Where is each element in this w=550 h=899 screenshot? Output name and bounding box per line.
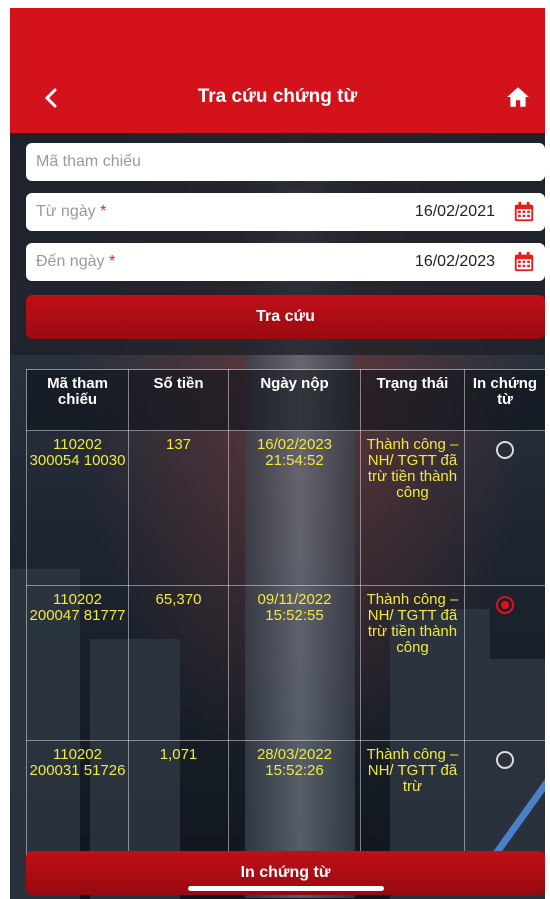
reference-cell: 110202 300054 10030 (26, 430, 129, 586)
search-form: Mã tham chiếu Từ ngày * 16/02/2021 Đến n… (10, 133, 545, 355)
to-date-value: 16/02/2023 (414, 253, 495, 270)
calendar-icon[interactable] (513, 251, 535, 273)
amount-cell: 65,370 (128, 585, 229, 741)
calendar-icon[interactable] (513, 201, 535, 223)
reference-code-placeholder: Mã tham chiếu (36, 153, 141, 170)
app-header: Tra cứu chứng từ (10, 8, 545, 133)
date-cell: 09/11/2022 15:52:55 (228, 585, 361, 741)
print-radio-button-selected[interactable] (496, 596, 514, 614)
to-date-label: Đến ngày * (36, 253, 116, 270)
home-indicator (188, 886, 384, 891)
table-row[interactable]: 110202 300054 10030 137 16/02/2023 21:54… (26, 430, 545, 586)
home-icon[interactable] (505, 84, 531, 110)
date-cell: 16/02/2023 21:54:52 (228, 430, 361, 586)
amount-cell: 137 (128, 430, 229, 586)
app-screen: Tra cứu chứng từ Mã tham chiếu Từ ngày *… (10, 8, 545, 899)
table-row[interactable]: 110202 200047 81777 65,370 09/11/2022 15… (26, 585, 545, 741)
print-select-cell (464, 585, 545, 741)
column-header-status: Trạng thái (360, 369, 465, 431)
column-header-print: In chứng từ (464, 369, 545, 431)
search-button[interactable]: Tra cứu (26, 295, 545, 339)
to-date-field[interactable]: Đến ngày * 16/02/2023 (26, 243, 545, 281)
print-radio-button[interactable] (496, 751, 514, 769)
column-header-date: Ngày nộp (228, 369, 361, 431)
table-header-row: Mã tham chiếu Số tiền Ngày nộp Trạng thá… (26, 369, 545, 431)
column-header-amount: Số tiền (128, 369, 229, 431)
from-date-label: Từ ngày * (36, 203, 107, 220)
print-select-cell (464, 430, 545, 586)
reference-cell: 110202 200047 81777 (26, 585, 129, 741)
reference-code-input[interactable]: Mã tham chiếu (26, 143, 545, 181)
print-radio-button[interactable] (496, 441, 514, 459)
page-title: Tra cứu chứng từ (197, 86, 358, 107)
column-header-reference: Mã tham chiếu (26, 369, 129, 431)
from-date-field[interactable]: Từ ngày * 16/02/2021 (26, 193, 545, 231)
from-date-value: 16/02/2021 (414, 203, 495, 220)
status-cell: Thành công – NH/ TGTT đã trừ tiền thành … (360, 430, 465, 586)
status-cell: Thành công – NH/ TGTT đã trừ tiền thành … (360, 585, 465, 741)
